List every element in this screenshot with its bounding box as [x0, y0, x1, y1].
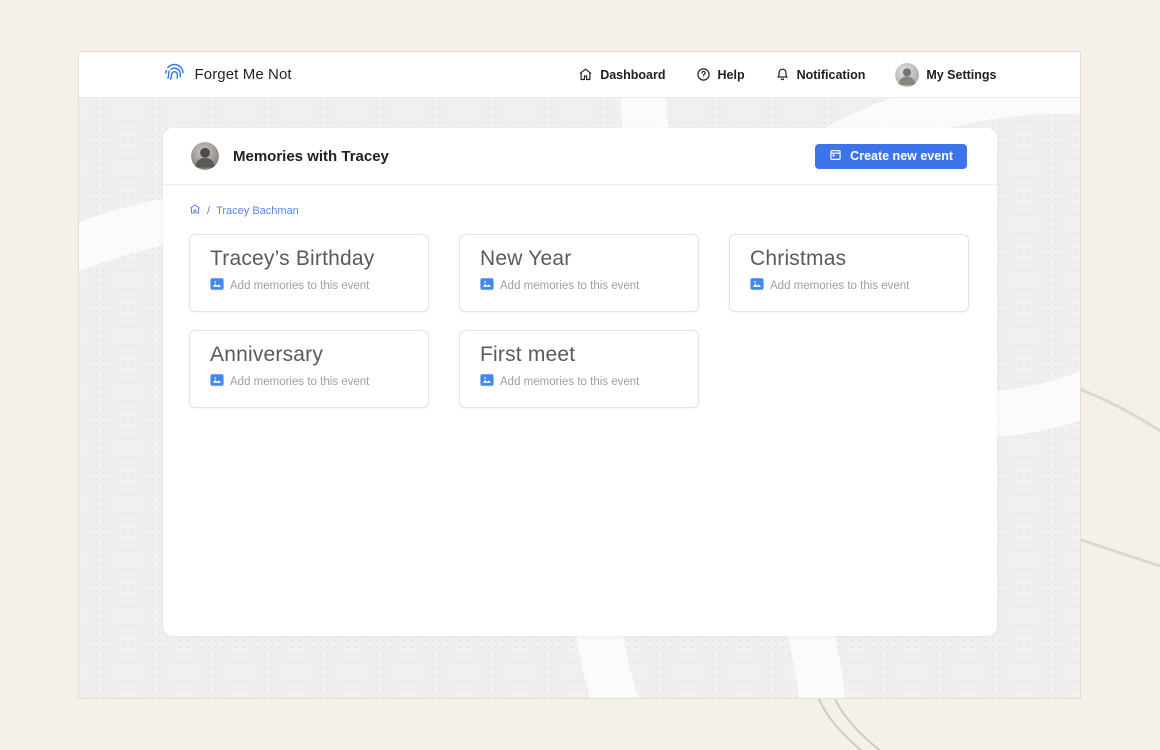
event-card-traceys-birthday[interactable]: Tracey’s Birthday Add memories to this e…: [189, 234, 429, 312]
photo-icon: [210, 374, 224, 389]
breadcrumb: / Tracey Bachman: [189, 203, 971, 218]
event-card-anniversary[interactable]: Anniversary Add memories to this event: [189, 330, 429, 408]
event-title: Anniversary: [210, 343, 408, 367]
breadcrumb-separator: /: [207, 205, 210, 217]
app-window: Forget Me Not Dashboard: [78, 51, 1081, 699]
content-area: Memories with Tracey Create new event: [79, 98, 1080, 698]
photo-icon: [480, 278, 494, 293]
event-title: New Year: [480, 247, 678, 271]
help-icon: [696, 67, 711, 82]
nav-item-label: Help: [718, 68, 745, 82]
event-title: First meet: [480, 343, 678, 367]
nav-item-dashboard[interactable]: Dashboard: [578, 67, 665, 82]
event-card-new-year[interactable]: New Year Add memories to this event: [459, 234, 699, 312]
calendar-icon: [829, 148, 842, 164]
photo-icon: [750, 278, 764, 293]
memories-panel: Memories with Tracey Create new event: [163, 128, 997, 636]
event-title: Christmas: [750, 247, 948, 271]
photo-icon: [480, 374, 494, 389]
photo-icon: [210, 278, 224, 293]
page-title: Memories with Tracey: [233, 148, 389, 165]
brand-name: Forget Me Not: [195, 66, 292, 83]
event-subtitle: Add memories to this event: [770, 280, 909, 292]
nav-item-my-settings[interactable]: My Settings: [895, 63, 996, 87]
top-navbar: Forget Me Not Dashboard: [79, 52, 1080, 98]
fingerprint-icon: [163, 61, 186, 89]
nav-item-notification[interactable]: Notification: [775, 67, 866, 82]
home-icon: [578, 67, 593, 82]
event-grid: Tracey’s Birthday Add memories to this e…: [189, 234, 971, 408]
nav-links: Dashboard Help: [578, 63, 996, 87]
breadcrumb-current: Tracey Bachman: [216, 205, 299, 217]
event-subtitle: Add memories to this event: [230, 376, 369, 388]
event-subtitle: Add memories to this event: [500, 280, 639, 292]
panel-body: / Tracey Bachman Tracey’s Birthday Add m…: [163, 185, 997, 426]
event-subtitle: Add memories to this event: [500, 376, 639, 388]
bell-icon: [775, 67, 790, 82]
nav-item-label: Dashboard: [600, 68, 665, 82]
event-card-first-meet[interactable]: First meet Add memories to this event: [459, 330, 699, 408]
panel-header: Memories with Tracey Create new event: [163, 128, 997, 185]
user-avatar: [895, 63, 919, 87]
create-new-event-label: Create new event: [850, 149, 953, 163]
tracey-avatar: [191, 142, 219, 170]
nav-item-label: My Settings: [926, 68, 996, 82]
home-icon[interactable]: [189, 203, 201, 218]
event-subtitle: Add memories to this event: [230, 280, 369, 292]
create-new-event-button[interactable]: Create new event: [815, 144, 967, 169]
event-card-christmas[interactable]: Christmas Add memories to this event: [729, 234, 969, 312]
nav-item-label: Notification: [797, 68, 866, 82]
nav-item-help[interactable]: Help: [696, 67, 745, 82]
brand-logo[interactable]: Forget Me Not: [163, 61, 292, 89]
event-title: Tracey’s Birthday: [210, 247, 408, 271]
